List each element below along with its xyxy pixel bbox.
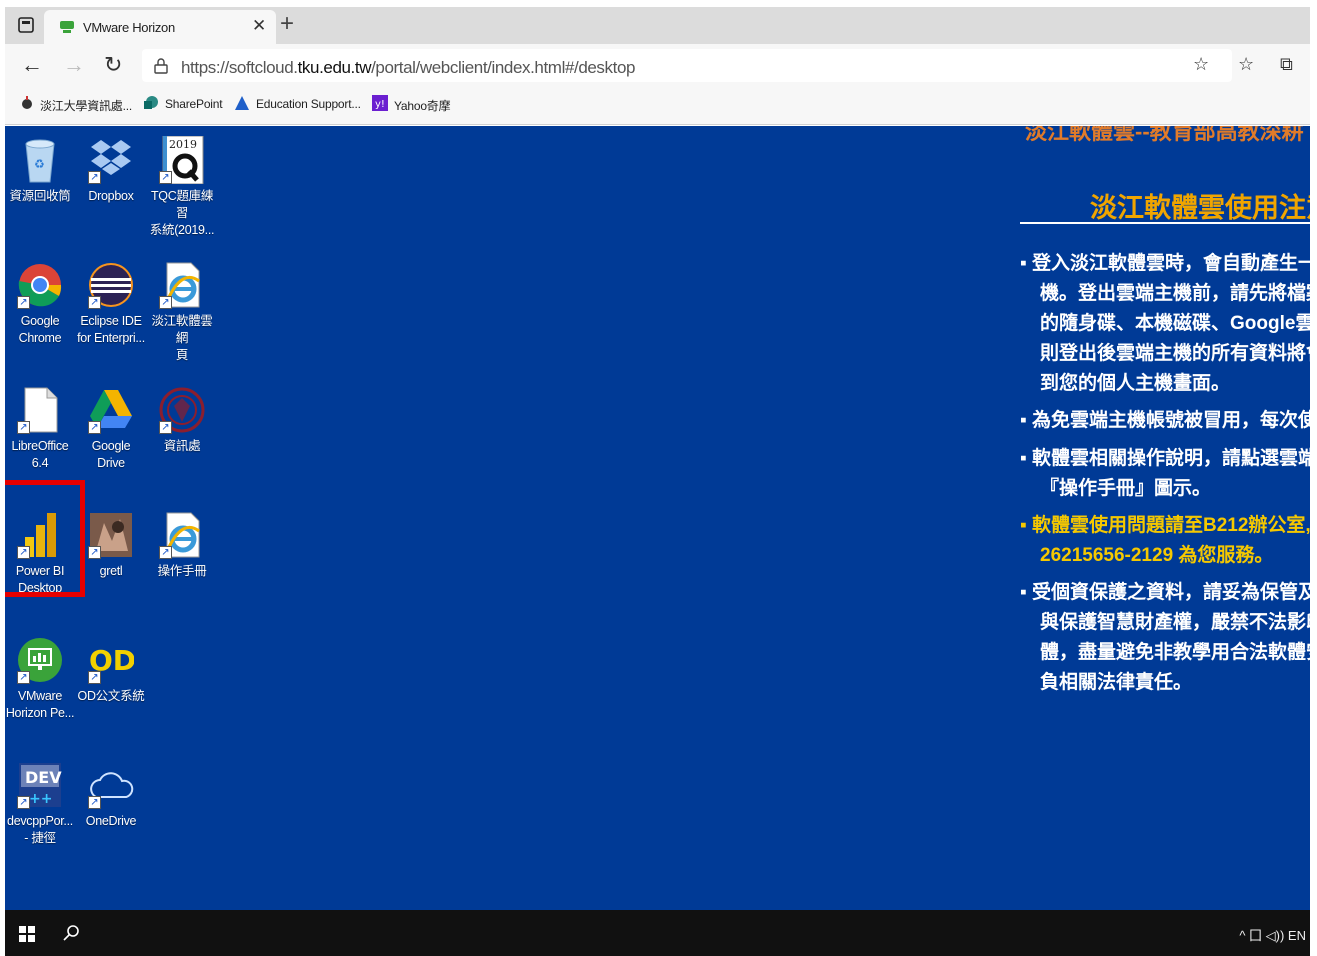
desktop-icon-vmware-horizon[interactable]: ↗ VMware Horizon Pe... [5,636,75,722]
favorite-add-icon[interactable]: ☆ [1193,54,1209,75]
remote-desktop[interactable]: ♻ 資源回收筒 ↗ Google Chrome ↗ LibreOffice 6.… [5,126,1310,910]
yahoo-icon: y! [372,95,388,111]
bookmark-sharepoint[interactable]: SharePoint [165,97,223,111]
bookmark-tku[interactable]: 淡江大學資訊處... [40,97,132,114]
gretl-icon: ↗ [88,511,134,559]
tku-icon [22,96,32,109]
desktop-icon-od[interactable]: OD ↗ OD公文系統 [76,636,146,705]
notice-line: 26215656-2129 為您服務。 [1040,545,1274,566]
system-tray[interactable]: ^ 囗 ◁)) EN [1239,925,1306,944]
notice-line: 機。登出雲端主機前，請先將檔案 [1040,283,1310,304]
chrome-icon: ↗ [17,261,63,309]
tab-actions-icon[interactable] [17,16,35,34]
search-icon[interactable] [63,924,81,942]
svg-text:y!: y! [375,99,385,110]
tqc-icon: 2019 ↗ [159,135,205,185]
notice-line: 負相關法律責任。 [1040,672,1193,693]
tab-vmware-horizon[interactable]: VMware Horizon ✕ [44,10,276,44]
notice-line: ▪ 為免雲端主機帳號被冒用，每次使用 [1020,410,1310,431]
eclipse-icon: ↗ [88,261,134,309]
desktop-icon-google-drive[interactable]: ↗ Google Drive [76,386,146,472]
vmware-horizon-tab-icon [60,21,74,33]
google-drive-icon: ↗ [88,386,134,434]
forward-icon[interactable]: → [63,52,85,78]
notice-line: ▪ 軟體雲相關操作說明，請點選雲端主 [1020,448,1310,469]
svg-text:2019: 2019 [169,138,197,151]
desktop-icon-recycle-bin[interactable]: ♻ 資源回收筒 [5,136,75,205]
desktop-icon-softcloud-web[interactable]: ↗ 淡江軟體雲網 頁 [147,261,217,364]
notice-line: 到您的個人主機畫面。 [1040,373,1231,394]
dropbox-icon: ↗ [88,136,134,184]
address-bar[interactable]: https://softcloud.tku.edu.tw/portal/webc… [142,49,1232,82]
notice-line: 與保護智慧財產權，嚴禁不法影印 [1040,612,1310,633]
notice-line: ▪ 軟體雲使用問題請至B212辦公室,或 [1020,515,1310,536]
info-center-icon: ↗ [159,386,205,434]
svg-text:++: ++ [29,791,52,807]
desktop-icon-tqc[interactable]: 2019 ↗ TQC題庫練習 系統(2019... [147,135,217,239]
lock-icon [154,58,168,74]
notice-divider [1020,222,1310,224]
bookmark-yahoo[interactable]: Yahoo奇摩 [394,97,451,114]
highlight-box [5,480,85,597]
desktop-icon-libreoffice[interactable]: ↗ LibreOffice 6.4 [5,386,75,472]
notice-line: 則登出後雲端主機的所有資料將會 [1040,343,1310,364]
ie-icon: ↗ [159,511,205,559]
notice-line: 『操作手冊』圖示。 [1040,478,1212,499]
back-icon[interactable]: ← [21,52,43,78]
browser-window: VMware Horizon ✕ + ← → ↻ https://softclo… [5,7,1310,956]
libreoffice-icon: ↗ [17,386,63,434]
refresh-icon[interactable]: ↻ [104,52,122,78]
onedrive-icon: ↗ [88,761,134,809]
new-tab-icon[interactable]: + [280,10,294,38]
desktop-icon-google-chrome[interactable]: ↗ Google Chrome [5,261,75,347]
url-text: https://softcloud.tku.edu.tw/portal/webc… [181,58,636,77]
svg-text:♻: ♻ [34,157,45,171]
education-icon [235,96,249,110]
desktop-icon-manual[interactable]: ↗ 操作手冊 [147,511,217,580]
desktop-icon-dropbox[interactable]: ↗ Dropbox [76,136,146,205]
windows-start-icon[interactable] [19,926,35,942]
desktop-icon-eclipse[interactable]: ↗ Eclipse IDE for Enterpri... [76,261,146,347]
tab-bar: VMware Horizon ✕ + [5,7,1310,44]
sharepoint-icon [144,96,158,109]
tab-title: VMware Horizon [83,20,175,35]
bookmark-education-support[interactable]: Education Support... [256,97,361,111]
od-icon: OD ↗ [88,636,136,684]
notice-title: 淡江軟體雲使用注意 [1090,193,1310,223]
desktop-icon-gretl[interactable]: ↗ gretl [76,511,146,580]
desktop-icon-devcpp[interactable]: DEV ++ ↗ devcppPor... - 捷徑 [5,761,75,847]
recycle-bin-icon: ♻ [17,136,63,184]
desktop-icon-onedrive[interactable]: ↗ OneDrive [76,761,146,830]
svg-text:DEV: DEV [25,768,62,787]
vmware-icon: ↗ [17,636,63,684]
favorites-icon[interactable]: ☆ [1238,54,1254,75]
devcpp-icon: DEV ++ ↗ [17,761,63,809]
taskbar: ^ 囗 ◁)) EN [5,910,1310,956]
collections-icon[interactable]: ⧉ [1280,54,1293,75]
ie-icon: ↗ [159,261,205,309]
notice-banner: 淡江軟體雲--教育部高教深耕 [1025,126,1304,144]
close-tab-icon[interactable]: ✕ [252,16,266,36]
notice-line: ▪ 登入淡江軟體雲時，會自動產生一部 [1020,253,1310,274]
notice-line: 體，盡量避免非教學用合法軟體安 [1040,642,1310,663]
notice-line: 的隨身碟、本機磁碟、Google雲端 [1040,313,1310,334]
desktop-icon-info-center[interactable]: ↗ 資訊處 [147,386,217,455]
notice-panel: 淡江軟體雲--教育部高教深耕 淡江軟體雲使用注意 ▪ 登入淡江軟體雲時，會自動產… [1020,126,1310,910]
notice-line: ▪ 受個資保護之資料，請妥為保管及運 [1020,582,1310,603]
bookmarks-bar: 淡江大學資訊處... SharePoint Education Support.… [5,85,1310,125]
navigation-bar: ← → ↻ https://softcloud.tku.edu.tw/porta… [5,44,1310,85]
